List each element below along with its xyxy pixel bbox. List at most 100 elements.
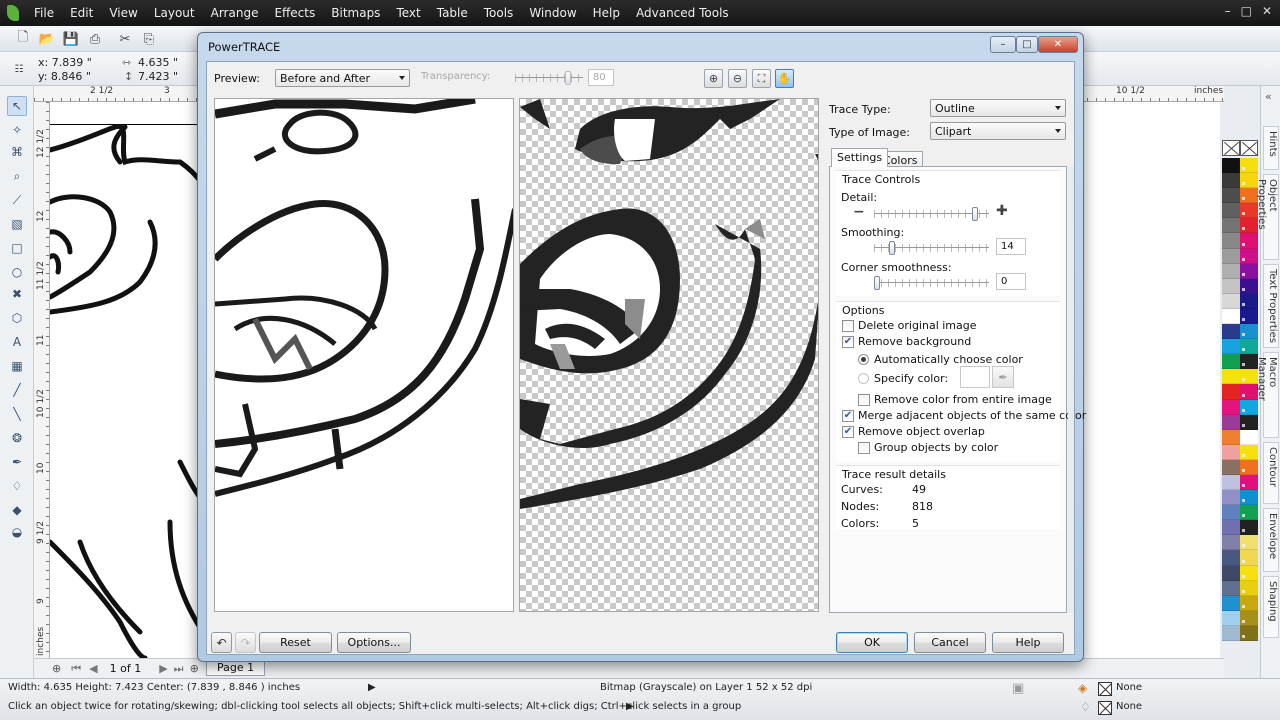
fill-tool-icon[interactable]: ◆ (7, 500, 27, 520)
add-page-after-icon[interactable]: ⊕ (190, 662, 199, 675)
fit-to-window-icon[interactable]: ⛶ (752, 69, 771, 88)
basic-shapes-icon[interactable]: ⬡ (7, 308, 27, 328)
menu-help[interactable]: Help (585, 0, 628, 26)
undo-icon[interactable]: ↶ (211, 632, 232, 653)
palette-swatch[interactable] (1222, 339, 1240, 355)
outline-swatch[interactable] (1098, 701, 1112, 715)
expand-arrow-icon[interactable]: ▶ (368, 682, 376, 693)
menu-advanced-tools[interactable]: Advanced Tools (628, 0, 737, 26)
eyedropper-icon[interactable]: ✒ (992, 366, 1014, 388)
palette-swatch[interactable] (1222, 550, 1240, 566)
rectangle-tool-icon[interactable]: □ (7, 238, 27, 258)
smart-fill-icon[interactable]: ▧ (7, 214, 27, 234)
help-button[interactable]: Help (992, 632, 1064, 653)
docker-tab-object-properties[interactable]: Object Properties (1256, 174, 1279, 260)
palette-swatch[interactable] (1222, 414, 1240, 430)
docker-tab-shaping[interactable]: Shaping (1263, 576, 1279, 638)
palette-swatch[interactable] (1222, 203, 1240, 219)
palette-swatch[interactable] (1222, 248, 1240, 264)
color-proof-icon[interactable]: ▣ (1012, 681, 1024, 696)
close-button[interactable]: ✕ (1262, 4, 1272, 18)
menu-file[interactable]: File (26, 0, 62, 26)
palette-swatch[interactable] (1222, 158, 1240, 174)
dialog-maximize-button[interactable]: □ (1016, 36, 1038, 53)
next-page-icon[interactable]: ▶ (159, 662, 167, 675)
palette-swatch[interactable] (1222, 218, 1240, 234)
smoothing-value[interactable]: 14 (996, 238, 1026, 255)
palette-swatch[interactable] (1222, 625, 1240, 641)
add-page-icon[interactable]: ⊕ (52, 662, 61, 675)
palette-swatch[interactable] (1240, 339, 1258, 355)
slider-thumb[interactable] (565, 71, 571, 85)
palette-swatch[interactable] (1222, 324, 1240, 340)
slider-thumb[interactable] (874, 276, 880, 290)
last-page-icon[interactable]: ⏭ (174, 662, 184, 676)
eyedropper-tool-icon[interactable]: ✒ (7, 452, 27, 472)
expand-arrow-icon[interactable]: ▶ (626, 701, 634, 712)
palette-swatch[interactable] (1222, 459, 1240, 475)
palette-swatch[interactable] (1222, 429, 1240, 445)
palette-swatch[interactable] (1222, 399, 1240, 415)
no-color-swatch[interactable] (1222, 140, 1240, 156)
dialog-close-button[interactable]: ✕ (1038, 36, 1078, 53)
smoothing-slider[interactable] (874, 241, 989, 255)
auto-color-radio[interactable] (858, 354, 869, 365)
palette-swatch[interactable] (1240, 293, 1258, 309)
palette-swatch[interactable] (1222, 278, 1240, 294)
group-by-color-checkbox[interactable] (858, 442, 870, 454)
slider-thumb[interactable] (972, 207, 978, 221)
palette-swatch[interactable] (1240, 308, 1258, 325)
polygon-tool-icon[interactable]: ✖ (7, 284, 27, 304)
table-tool-icon[interactable]: ▦ (7, 356, 27, 376)
page-tab[interactable]: Page 1 (206, 660, 266, 676)
palette-swatch[interactable] (1240, 595, 1258, 611)
menu-bitmaps[interactable]: Bitmaps (323, 0, 388, 26)
detail-decrease-icon[interactable]: − (853, 204, 865, 220)
ellipse-tool-icon[interactable]: ○ (7, 262, 27, 282)
docker-tab-contour[interactable]: Contour (1263, 442, 1279, 504)
cut-icon[interactable]: ✂ (116, 30, 134, 48)
outline-tool-icon[interactable]: ♢ (7, 476, 27, 496)
menu-layout[interactable]: Layout (146, 0, 203, 26)
palette-swatch[interactable] (1222, 444, 1240, 460)
no-color-swatch[interactable] (1240, 140, 1258, 156)
menu-text[interactable]: Text (388, 0, 428, 26)
image-type-select[interactable]: Clipart (930, 122, 1066, 140)
menu-edit[interactable]: Edit (62, 0, 101, 26)
panel-scrollbar[interactable] (1068, 166, 1074, 613)
freehand-tool-icon[interactable]: ⟋ (7, 190, 27, 210)
palette-swatch[interactable] (1222, 263, 1240, 279)
palette-swatch[interactable] (1222, 580, 1240, 596)
palette-swatch[interactable] (1240, 158, 1258, 174)
pan-hand-icon[interactable]: ✋ (775, 69, 794, 88)
new-document-icon[interactable]: 🗋 (14, 30, 32, 48)
palette-swatch[interactable] (1240, 399, 1258, 415)
first-page-icon[interactable]: ⏮ (71, 662, 81, 676)
menu-table[interactable]: Table (429, 0, 476, 26)
zoom-tool-icon[interactable]: ⌕ (7, 166, 27, 186)
palette-swatch[interactable] (1240, 520, 1258, 536)
specify-color-radio[interactable] (858, 373, 869, 384)
palette-swatch[interactable] (1240, 324, 1258, 340)
ok-button[interactable]: OK (836, 632, 908, 653)
palette-swatch[interactable] (1240, 535, 1258, 551)
cancel-button[interactable]: Cancel (914, 632, 986, 653)
palette-swatch[interactable] (1240, 459, 1258, 475)
docker-tab-envelope[interactable]: Envelope (1263, 508, 1279, 572)
palette-swatch[interactable] (1222, 369, 1240, 385)
remove-background-checkbox[interactable]: ✔ (842, 336, 854, 348)
palette-swatch[interactable] (1240, 505, 1258, 521)
reset-button[interactable]: Reset (259, 632, 332, 653)
palette-swatch[interactable] (1240, 474, 1258, 491)
palette-swatch[interactable] (1222, 565, 1240, 581)
palette-swatch[interactable] (1240, 580, 1258, 596)
x-position-field[interactable]: x: 7.839 " (38, 56, 92, 69)
reference-point-icon[interactable]: ☷ (10, 60, 28, 78)
minimize-button[interactable]: – (1225, 4, 1231, 18)
palette-swatch[interactable] (1240, 233, 1258, 249)
palette-swatch[interactable] (1222, 595, 1240, 611)
palette-swatch[interactable] (1222, 173, 1240, 189)
merge-adjacent-checkbox[interactable]: ✔ (842, 410, 854, 422)
corner-smoothness-value[interactable]: 0 (996, 273, 1026, 290)
menu-arrange[interactable]: Arrange (203, 0, 267, 26)
